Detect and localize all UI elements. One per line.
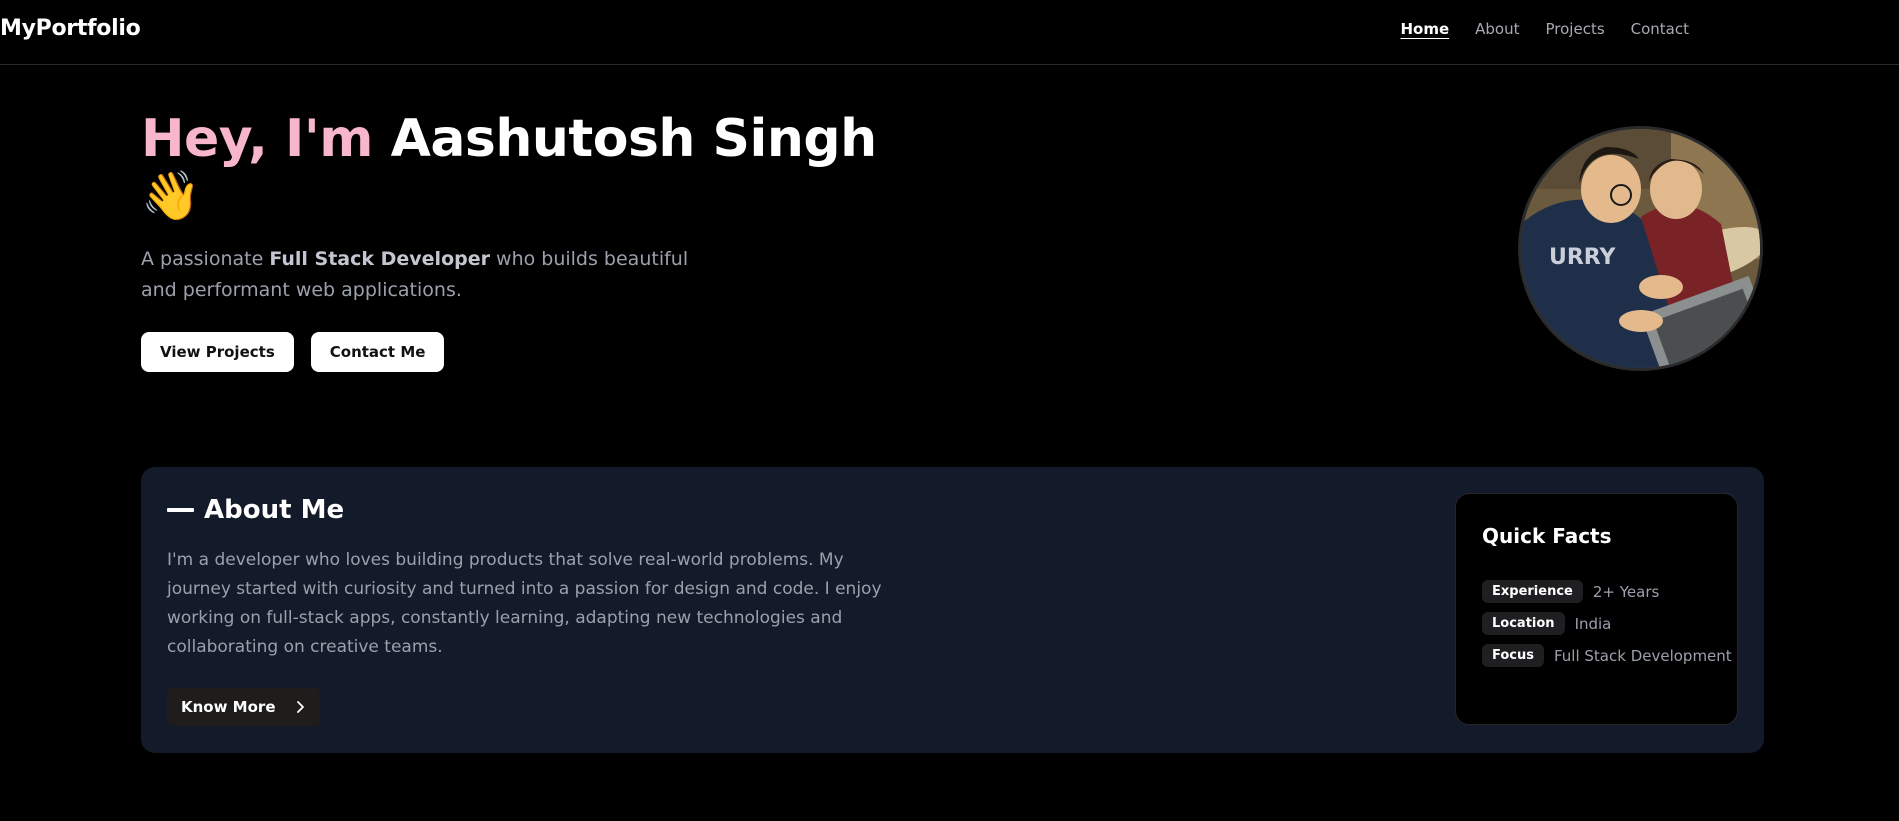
avatar: URRY: [1518, 126, 1763, 371]
know-more-label: Know More: [181, 698, 276, 716]
quick-facts-list: Experience 2+ Years Location India Focus…: [1482, 580, 1732, 667]
fact-row-location: Location India: [1482, 612, 1711, 635]
waving-hand-icon: 👋: [141, 168, 201, 224]
avatar-illustration: URRY: [1521, 129, 1760, 368]
hero-greeting: Hey, I'm: [141, 109, 373, 169]
hero-subtitle-prefix: A passionate: [141, 248, 264, 270]
nav-link-home[interactable]: Home: [1400, 20, 1449, 38]
fact-badge: Focus: [1482, 644, 1544, 667]
chevron-right-icon: [296, 698, 306, 717]
about-card: About Me I'm a developer who loves build…: [141, 467, 1764, 753]
know-more-button[interactable]: Know More: [167, 688, 320, 726]
hero-section: Hey, I'm Aashutosh Singh 👋 A passionate …: [141, 110, 901, 372]
hero-title: Hey, I'm Aashutosh Singh 👋: [141, 110, 901, 224]
about-text: I'm a developer who loves building produ…: [167, 550, 882, 657]
nav-link-projects[interactable]: Projects: [1546, 20, 1605, 38]
view-projects-button[interactable]: View Projects: [141, 332, 294, 372]
navbar: MyPortfolio Home About Projects Contact: [0, 0, 1899, 65]
fact-badge: Location: [1482, 612, 1565, 635]
quick-facts-card: Quick Facts Experience 2+ Years Location…: [1455, 493, 1738, 725]
hero-subtitle-highlight: Full Stack Developer: [269, 248, 490, 270]
quick-facts-title: Quick Facts: [1482, 524, 1612, 548]
fact-row-experience: Experience 2+ Years: [1482, 580, 1711, 603]
nav-links: Home About Projects Contact: [1400, 20, 1689, 38]
about-heading: About Me: [167, 495, 344, 525]
fact-badge: Experience: [1482, 580, 1583, 603]
fact-row-focus: Focus Full Stack Development: [1482, 644, 1732, 667]
hero-buttons: View Projects Contact Me: [141, 332, 901, 372]
about-title: About Me: [204, 495, 345, 525]
fact-value: India: [1574, 614, 1612, 633]
brand-logo[interactable]: MyPortfolio: [0, 16, 141, 41]
avatar-shirt-lettering: URRY: [1549, 245, 1617, 270]
nav-link-contact[interactable]: Contact: [1631, 20, 1689, 38]
hero-subtitle: A passionate Full Stack Developer who bu…: [141, 244, 701, 306]
fact-value: Full Stack Development: [1553, 646, 1732, 665]
heading-accent-bar: [167, 508, 194, 512]
contact-me-button[interactable]: Contact Me: [310, 332, 445, 372]
nav-link-about[interactable]: About: [1475, 20, 1519, 38]
hero-name: Aashutosh Singh: [390, 109, 878, 169]
fact-value: 2+ Years: [1592, 582, 1660, 601]
